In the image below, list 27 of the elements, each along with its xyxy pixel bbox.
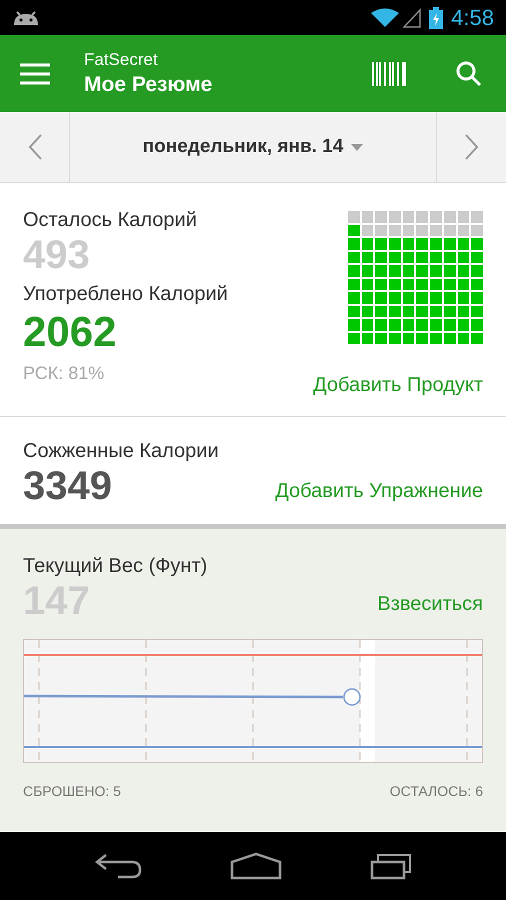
chevron-right-icon	[464, 134, 478, 160]
weigh-in-link[interactable]: Взвеситься	[377, 589, 483, 619]
remaining-calories-label: Осталось Калорий	[23, 208, 198, 233]
menu-icon[interactable]	[20, 62, 50, 84]
remaining-weight-text: ОСТАЛОСЬ: 6	[390, 782, 483, 801]
wifi-icon	[371, 8, 400, 28]
clock-time: 4:58	[451, 4, 494, 32]
search-icon[interactable]	[456, 60, 482, 86]
consumed-calories-value: 2062	[23, 307, 118, 357]
caret-icon	[351, 144, 364, 150]
lost-weight-text: СБРОШЕНО: 5	[23, 782, 121, 801]
rdi-percentage: РСК: 81%	[23, 362, 106, 385]
recent-apps-icon[interactable]	[370, 852, 412, 880]
consumed-calories-label: Употреблено Калорий	[23, 282, 229, 307]
cell-signal-icon	[403, 8, 422, 28]
chevron-left-icon	[28, 134, 42, 160]
back-icon[interactable]	[94, 853, 142, 879]
app-name: FatSecret	[84, 48, 159, 70]
burned-calories-label: Сожженные Калории	[23, 439, 220, 464]
screen-title: Мое Резюме	[84, 72, 212, 98]
add-food-link[interactable]: Добавить Продукт	[313, 370, 483, 400]
android-icon	[12, 8, 40, 26]
barcode-icon[interactable]	[372, 62, 406, 86]
burned-calories-value: 3349	[23, 464, 113, 508]
add-exercise-link[interactable]: Добавить Упражнение	[275, 476, 483, 506]
home-icon[interactable]	[230, 852, 282, 880]
current-weight-label: Текущий Вес (Фунт)	[23, 554, 208, 579]
